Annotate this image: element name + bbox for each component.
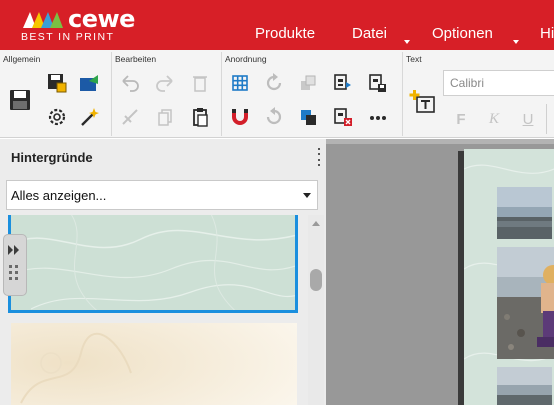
datei-dropdown-icon[interactable]: [404, 40, 410, 44]
save-as-icon: [48, 74, 67, 93]
export-icon: [80, 75, 98, 91]
brand-tagline: BEST IN PRINT: [21, 31, 115, 43]
save-layout-icon: [369, 74, 386, 92]
more-button[interactable]: [363, 102, 393, 132]
more-icon: [370, 116, 386, 120]
photo-frame-sea[interactable]: [497, 187, 552, 239]
photobook-page[interactable]: [464, 149, 554, 405]
mint-swirl-pattern: [11, 215, 295, 310]
font-family-value: Calibri: [450, 76, 485, 90]
underline-icon: U: [522, 110, 534, 128]
brand-name: cewe: [68, 5, 135, 33]
delete-icon: [193, 76, 207, 92]
chevron-down-icon[interactable]: [303, 193, 311, 198]
panel-menu-icon[interactable]: [318, 148, 321, 166]
filter-value: Alles anzeigen...: [11, 188, 107, 203]
ribbon-group-bearbeiten: Bearbeiten: [112, 50, 221, 137]
backgrounds-panel: Hintergründe Alles anzeigen...: [0, 139, 326, 405]
copy-button[interactable]: [150, 102, 180, 132]
remove-layout-icon: [334, 108, 352, 126]
grid-icon: [232, 75, 248, 91]
align-icon: [334, 74, 351, 90]
double-chevron-right-icon: [8, 245, 19, 255]
redo-button[interactable]: [150, 68, 180, 98]
beach-child-photo: [497, 247, 554, 359]
paste-button[interactable]: [185, 102, 215, 132]
add-text-button[interactable]: [406, 74, 440, 130]
group-title-bearbeiten: Bearbeiten: [115, 54, 157, 64]
magic-wand-icon: [81, 108, 99, 126]
redo-icon: [156, 75, 173, 92]
sea-photo: [497, 187, 552, 239]
remove-layout-button[interactable]: [328, 102, 358, 132]
bold-icon: F: [456, 110, 466, 128]
background-filter-select[interactable]: Alles anzeigen...: [6, 180, 318, 210]
menu-optionen[interactable]: Optionen: [432, 25, 493, 42]
cewe-logo: cewe BEST IN PRINT: [21, 5, 146, 45]
magic-wand-button[interactable]: [74, 102, 104, 132]
cewe-logo-mark: [23, 12, 63, 28]
save-icon: [10, 90, 30, 110]
background-thumbnail[interactable]: [11, 323, 297, 405]
menu-produkte[interactable]: Produkte: [255, 25, 315, 42]
background-thumbnail-selected[interactable]: [8, 215, 298, 313]
scrollbar-thumb[interactable]: [310, 269, 322, 291]
menu-hilfe[interactable]: Hi: [540, 25, 554, 42]
sea-bottom-photo: [497, 367, 552, 405]
panel-collapse-tab[interactable]: [3, 234, 27, 296]
align-button[interactable]: [328, 68, 358, 98]
bring-forward-icon: [301, 75, 316, 90]
bring-forward-button[interactable]: [293, 68, 323, 98]
send-backward-icon: [301, 110, 316, 125]
top-menu-bar: cewe BEST IN PRINT Produkte Datei Option…: [0, 0, 554, 50]
rotate-icon: [266, 73, 282, 91]
panel-title: Hintergründe: [11, 150, 93, 165]
group-title-text: Text: [406, 54, 422, 64]
canvas-ruler: [326, 139, 554, 144]
scroll-up-icon[interactable]: [312, 221, 320, 226]
send-backward-button[interactable]: [293, 102, 323, 132]
save-layout-button[interactable]: [363, 68, 393, 98]
font-family-select[interactable]: Calibri: [443, 70, 554, 96]
settings-button[interactable]: [42, 102, 72, 132]
group-title-anordnung: Anordnung: [225, 54, 267, 64]
photo-frame-beach-child[interactable]: [497, 247, 554, 359]
format-more-button[interactable]: [546, 104, 554, 134]
undo-button[interactable]: [115, 68, 145, 98]
ribbon-group-anordnung: Anordnung: [222, 50, 402, 137]
italic-icon: K: [488, 110, 499, 127]
underline-button[interactable]: U: [513, 104, 543, 134]
export-button[interactable]: [74, 68, 104, 98]
undo-icon: [122, 75, 139, 92]
add-text-icon: [409, 90, 435, 113]
cream-floral-pattern: [11, 323, 297, 405]
delete-button[interactable]: [185, 68, 215, 98]
bold-button[interactable]: F: [446, 104, 476, 134]
background-thumbnail-list: [0, 215, 308, 405]
ribbon-group-allgemein: Allgemein: [0, 50, 111, 137]
rotate-back-icon: [266, 107, 282, 125]
save-button[interactable]: [3, 72, 37, 128]
editor-canvas[interactable]: [326, 139, 554, 405]
magnet-icon: [232, 109, 248, 125]
optionen-dropdown-icon[interactable]: [513, 40, 519, 44]
italic-button[interactable]: K: [479, 104, 509, 134]
menu-datei[interactable]: Datei: [352, 25, 387, 42]
rotate-button[interactable]: [259, 68, 289, 98]
grid-button[interactable]: [225, 68, 255, 98]
settings-icon: [48, 108, 66, 126]
paste-icon: [193, 108, 208, 127]
photo-frame-sea-bottom[interactable]: [497, 367, 552, 405]
group-title-allgemein: Allgemein: [3, 54, 41, 64]
magnet-button[interactable]: [225, 102, 255, 132]
drag-handle-icon: [9, 265, 18, 280]
panel-scrollbar[interactable]: [308, 215, 324, 405]
cut-icon: [122, 109, 138, 125]
save-as-button[interactable]: [42, 68, 72, 98]
copy-icon: [158, 109, 172, 126]
rotate-back-button[interactable]: [259, 102, 289, 132]
cut-button[interactable]: [115, 102, 145, 132]
